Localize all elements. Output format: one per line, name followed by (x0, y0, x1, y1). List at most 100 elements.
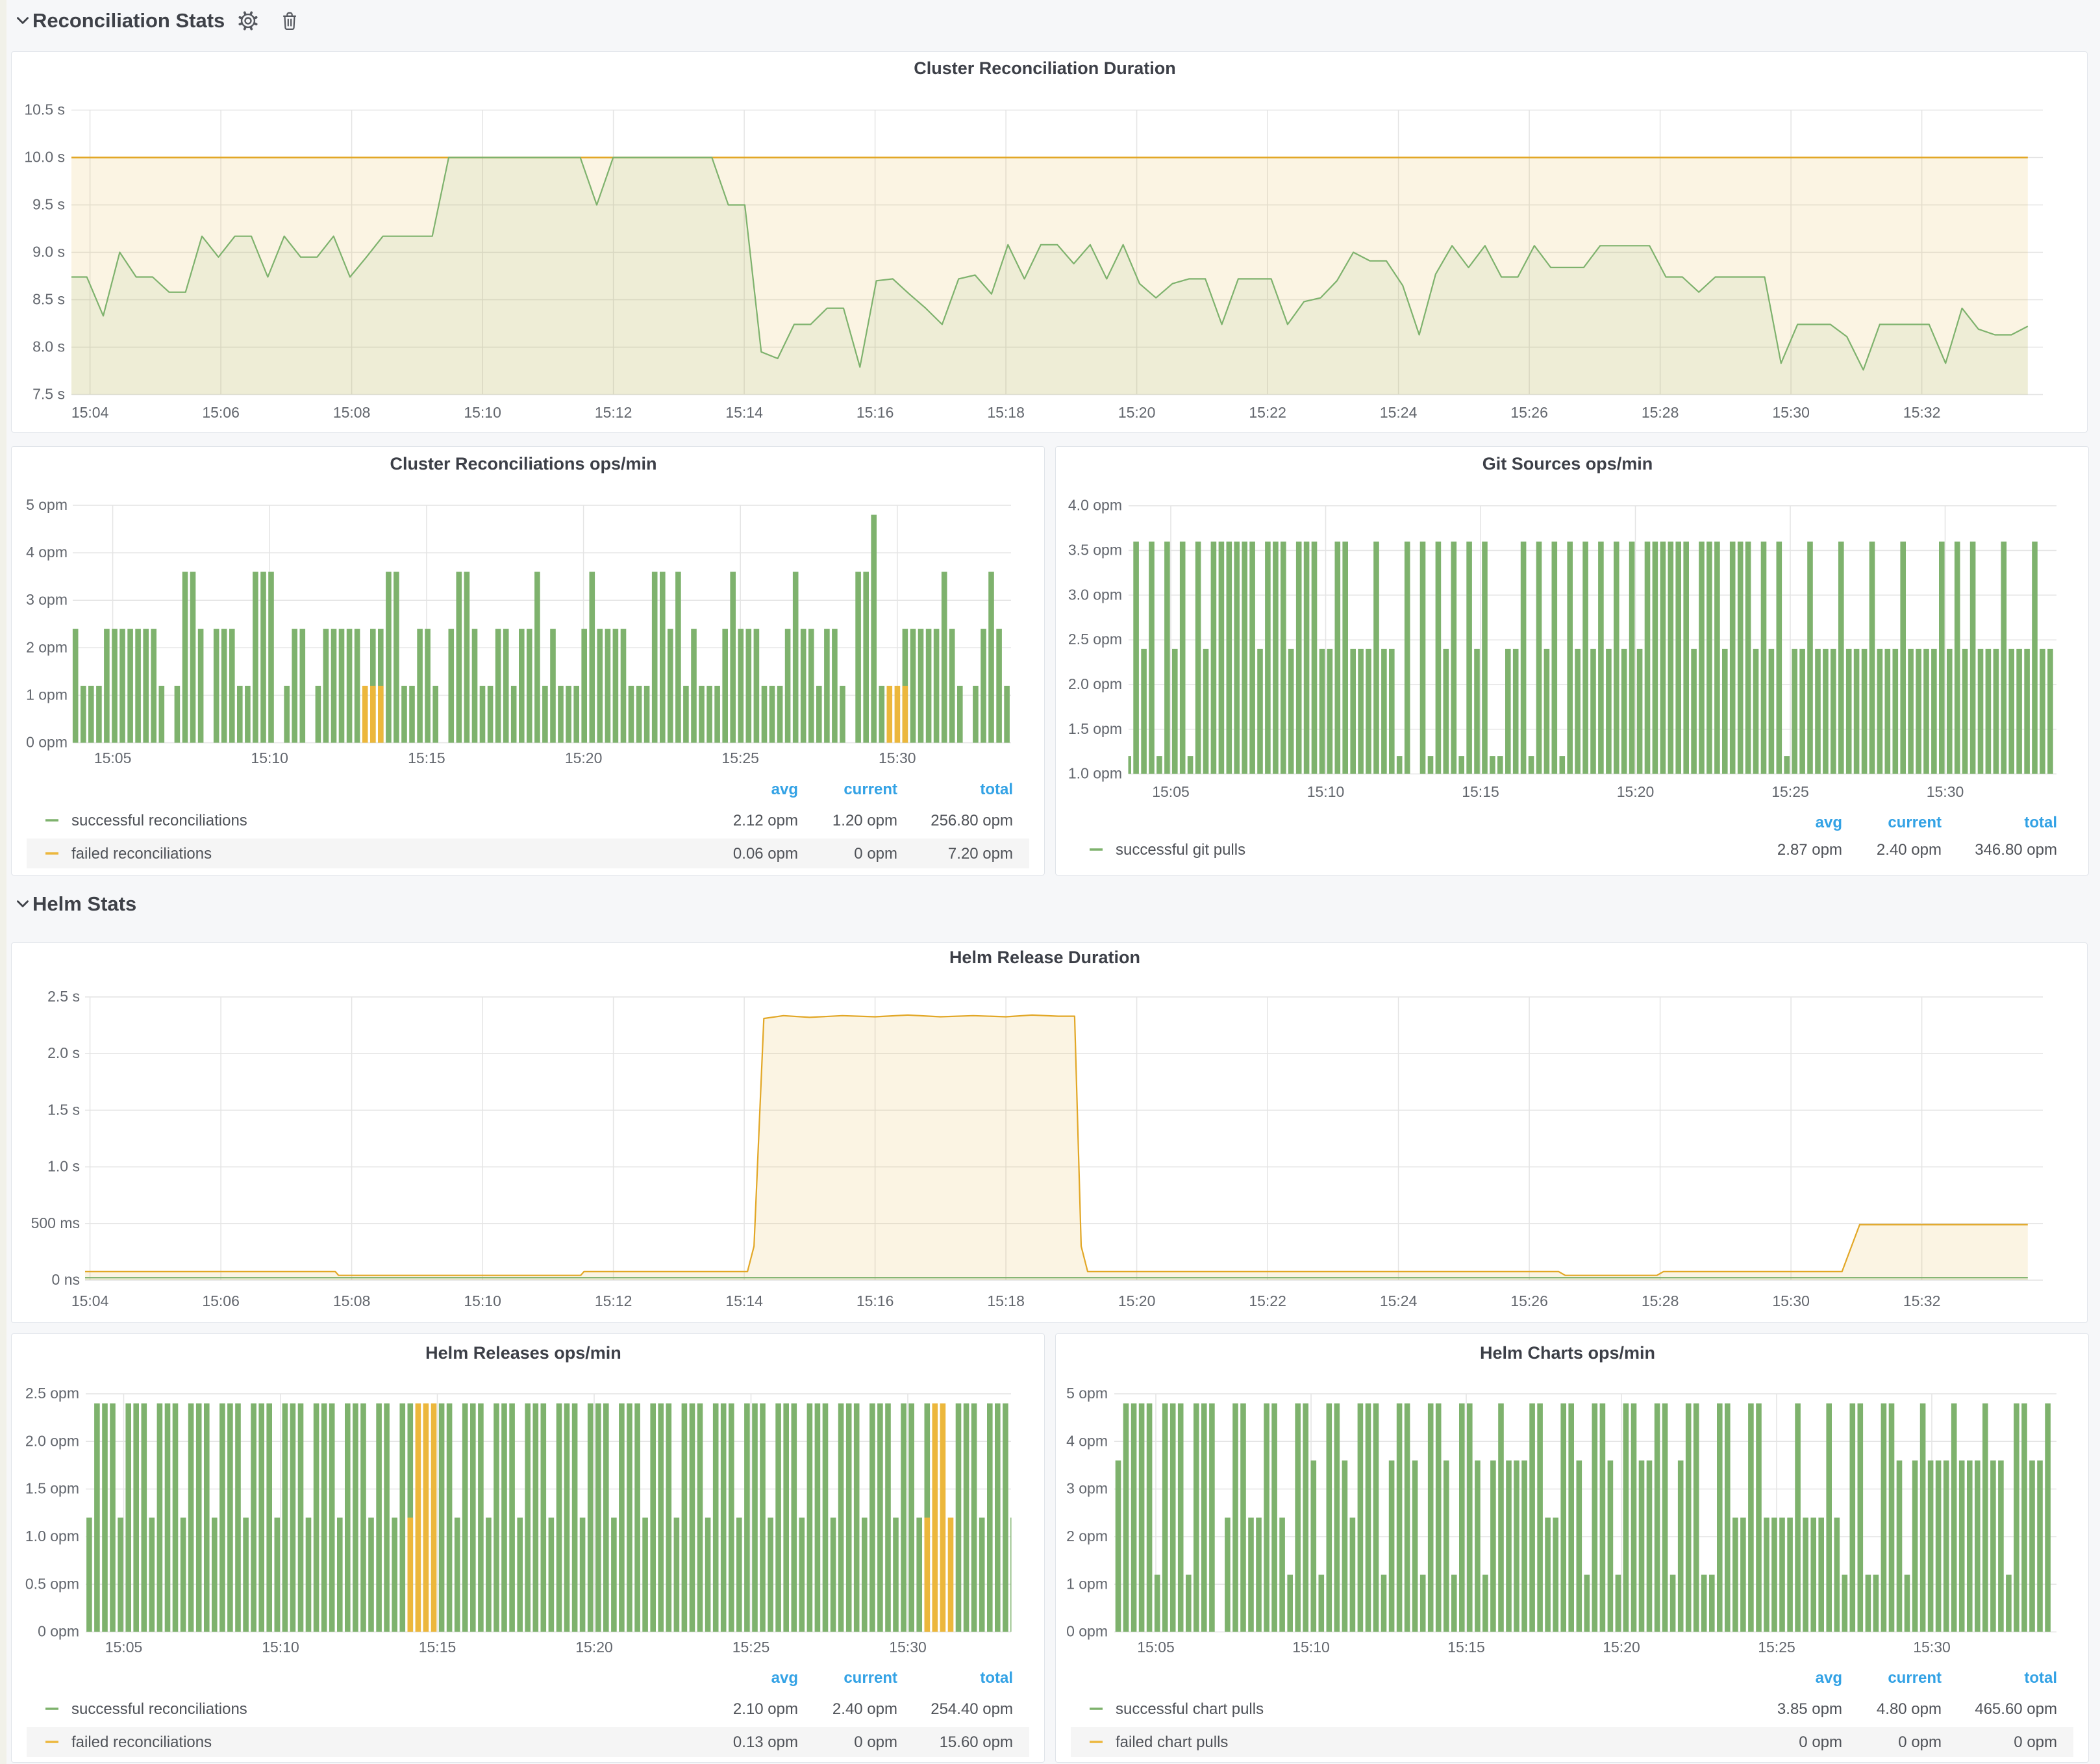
svg-text:successful reconciliations: successful reconciliations (71, 1700, 247, 1718)
svg-text:15:28: 15:28 (1642, 1292, 1679, 1309)
svg-text:4.80 opm: 4.80 opm (1877, 1700, 1942, 1718)
svg-text:15:18: 15:18 (987, 404, 1025, 421)
svg-text:failed reconciliations: failed reconciliations (71, 1733, 212, 1751)
svg-text:Helm Release Duration: Helm Release Duration (949, 948, 1140, 967)
svg-text:0 opm: 0 opm (26, 734, 68, 751)
svg-text:2 opm: 2 opm (26, 638, 68, 655)
svg-text:15:04: 15:04 (71, 1292, 109, 1309)
svg-text:15:30: 15:30 (1927, 783, 1964, 800)
svg-text:4 opm: 4 opm (1066, 1432, 1108, 1449)
svg-text:2.0 s: 2.0 s (47, 1044, 80, 1061)
svg-text:15:08: 15:08 (333, 1292, 371, 1309)
svg-text:15:05: 15:05 (94, 750, 132, 766)
svg-text:15:08: 15:08 (333, 404, 371, 421)
svg-text:15:05: 15:05 (1137, 1639, 1175, 1656)
svg-text:15:14: 15:14 (725, 404, 763, 421)
svg-text:total: total (2024, 814, 2057, 831)
svg-text:15:20: 15:20 (1617, 783, 1655, 800)
svg-text:15:16: 15:16 (856, 1292, 894, 1309)
svg-text:1 opm: 1 opm (26, 687, 68, 703)
svg-text:Git Sources ops/min: Git Sources ops/min (1482, 454, 1653, 473)
svg-text:current: current (1888, 814, 1942, 831)
svg-text:15:24: 15:24 (1380, 1292, 1418, 1309)
svg-text:15:05: 15:05 (105, 1639, 143, 1656)
svg-text:15:06: 15:06 (202, 1292, 240, 1309)
svg-text:3.85 opm: 3.85 opm (1777, 1700, 1842, 1718)
svg-text:successful chart pulls: successful chart pulls (1116, 1700, 1264, 1718)
svg-text:15:10: 15:10 (1292, 1639, 1330, 1656)
svg-text:3 opm: 3 opm (1066, 1480, 1108, 1497)
svg-text:Cluster Reconciliation Duratio: Cluster Reconciliation Duration (914, 58, 1176, 78)
svg-text:failed chart pulls: failed chart pulls (1116, 1733, 1228, 1751)
svg-text:15:18: 15:18 (987, 1292, 1025, 1309)
svg-text:Helm Charts ops/min: Helm Charts ops/min (1480, 1343, 1655, 1363)
svg-text:0 opm: 0 opm (1898, 1733, 1942, 1751)
svg-text:15:20: 15:20 (1118, 404, 1156, 421)
svg-text:15:22: 15:22 (1249, 404, 1286, 421)
svg-text:current: current (844, 781, 897, 798)
svg-text:256.80 opm: 256.80 opm (931, 812, 1013, 829)
svg-text:1 opm: 1 opm (1066, 1575, 1108, 1592)
svg-text:15.60 opm: 15.60 opm (940, 1733, 1013, 1751)
svg-text:0.5 opm: 0.5 opm (25, 1575, 79, 1592)
svg-text:0 opm: 0 opm (38, 1623, 79, 1640)
svg-text:15:20: 15:20 (565, 750, 603, 766)
svg-text:7.20 opm: 7.20 opm (948, 845, 1013, 863)
svg-text:15:25: 15:25 (1771, 783, 1809, 800)
svg-text:avg: avg (771, 1669, 798, 1687)
svg-text:15:30: 15:30 (1772, 1292, 1810, 1309)
svg-text:4 opm: 4 opm (26, 544, 68, 561)
svg-text:0 opm: 0 opm (1066, 1623, 1108, 1640)
svg-text:3 opm: 3 opm (26, 591, 68, 608)
svg-text:15:30: 15:30 (1772, 404, 1810, 421)
svg-text:10.5 s: 10.5 s (24, 101, 65, 118)
svg-text:15:15: 15:15 (419, 1639, 456, 1656)
svg-text:7.5 s: 7.5 s (32, 386, 65, 403)
svg-text:5 opm: 5 opm (1066, 1385, 1108, 1402)
svg-text:0 opm: 0 opm (1799, 1733, 1842, 1751)
svg-text:3.0 opm: 3.0 opm (1068, 586, 1122, 603)
svg-text:0 ns: 0 ns (52, 1271, 80, 1288)
svg-text:15:05: 15:05 (1152, 783, 1190, 800)
svg-text:5 opm: 5 opm (26, 496, 68, 513)
svg-text:15:26: 15:26 (1510, 404, 1548, 421)
svg-text:15:32: 15:32 (1903, 404, 1941, 421)
svg-text:15:20: 15:20 (575, 1639, 613, 1656)
svg-text:3.5 opm: 3.5 opm (1068, 542, 1122, 559)
svg-text:2.40 opm: 2.40 opm (832, 1700, 897, 1718)
svg-text:15:10: 15:10 (251, 750, 288, 766)
svg-text:failed reconciliations: failed reconciliations (71, 845, 212, 863)
svg-text:15:04: 15:04 (71, 404, 109, 421)
svg-text:9.0 s: 9.0 s (32, 244, 65, 260)
svg-text:1.5 opm: 1.5 opm (25, 1480, 79, 1497)
svg-text:15:10: 15:10 (1307, 783, 1345, 800)
svg-text:15:32: 15:32 (1903, 1292, 1941, 1309)
svg-text:15:25: 15:25 (732, 1639, 770, 1656)
svg-text:15:15: 15:15 (1447, 1639, 1485, 1656)
svg-text:1.0 opm: 1.0 opm (1068, 765, 1122, 782)
svg-text:0.06 opm: 0.06 opm (733, 845, 798, 863)
svg-text:9.5 s: 9.5 s (32, 196, 65, 213)
svg-text:current: current (844, 1669, 897, 1687)
svg-text:2.87 opm: 2.87 opm (1777, 841, 1842, 859)
svg-text:1.5 opm: 1.5 opm (1068, 720, 1122, 737)
svg-text:Cluster Reconciliations ops/mi: Cluster Reconciliations ops/min (390, 454, 656, 473)
svg-text:total: total (980, 1669, 1013, 1687)
svg-text:15:06: 15:06 (202, 404, 240, 421)
svg-text:15:30: 15:30 (879, 750, 916, 766)
svg-text:15:30: 15:30 (889, 1639, 927, 1656)
svg-text:2.5 opm: 2.5 opm (25, 1385, 79, 1402)
svg-text:15:10: 15:10 (464, 404, 501, 421)
svg-text:8.0 s: 8.0 s (32, 338, 65, 355)
svg-text:total: total (980, 781, 1013, 798)
svg-text:1.0 s: 1.0 s (47, 1158, 80, 1175)
svg-text:254.40 opm: 254.40 opm (931, 1700, 1013, 1718)
svg-text:465.60 opm: 465.60 opm (1975, 1700, 2057, 1718)
svg-text:total: total (2024, 1669, 2057, 1687)
svg-text:10.0 s: 10.0 s (24, 149, 65, 166)
svg-text:0.13 opm: 0.13 opm (733, 1733, 798, 1751)
svg-text:2.5 s: 2.5 s (47, 988, 80, 1005)
svg-text:4.0 opm: 4.0 opm (1068, 497, 1122, 514)
svg-text:15:22: 15:22 (1249, 1292, 1286, 1309)
svg-text:15:15: 15:15 (1462, 783, 1499, 800)
